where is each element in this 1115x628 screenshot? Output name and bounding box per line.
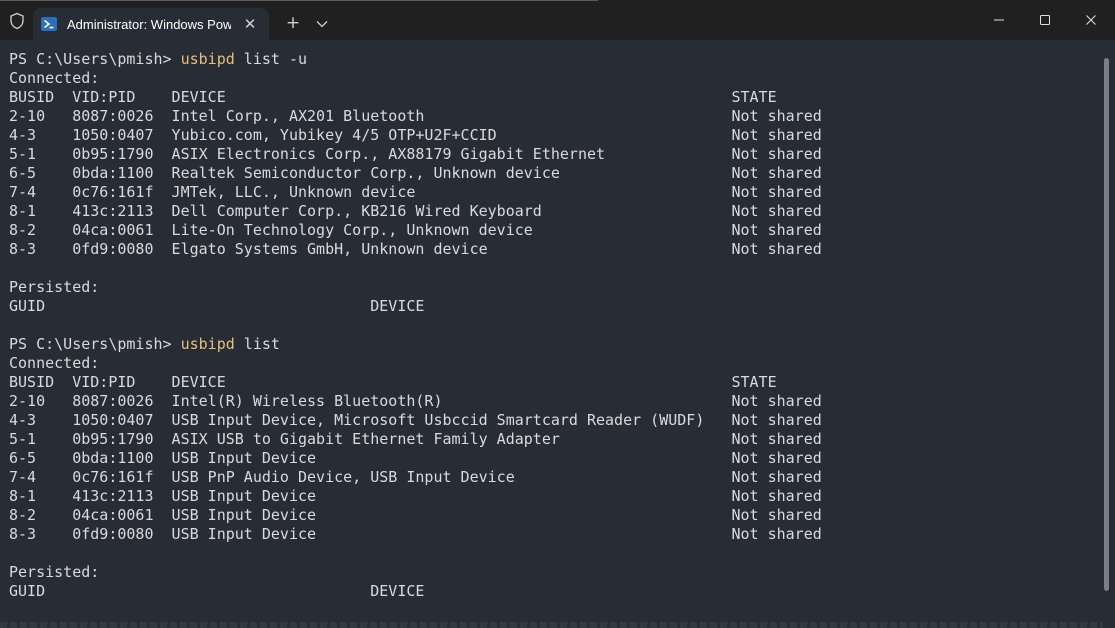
maximize-button[interactable] xyxy=(1022,4,1068,36)
command-args: list xyxy=(234,335,280,353)
output-line: Persisted: xyxy=(9,278,100,296)
output-line: 8-3 0fd9:0080 Elgato Systems GmbH, Unkno… xyxy=(9,240,822,258)
prompt-line: PS C:\Users\pmish> usbipd list -u xyxy=(9,50,1099,69)
output-line: 4-3 1050:0407 Yubico.com, Yubikey 4/5 OT… xyxy=(9,126,822,144)
prompt: PS C:\Users\pmish> xyxy=(9,50,181,68)
tab-title: Administrator: Windows Powe xyxy=(67,17,231,32)
prompt: PS C:\Users\pmish> xyxy=(9,335,181,353)
prompt-line: PS C:\Users\pmish> usbipd list xyxy=(9,335,1099,354)
command-name: usbipd xyxy=(180,335,235,353)
output-line: 8-3 0fd9:0080 USB Input Device Not share… xyxy=(9,525,822,543)
terminal-output-area[interactable]: PS C:\Users\pmish> usbipd list -u Connect… xyxy=(0,40,1103,628)
output-line: Connected: xyxy=(9,69,100,87)
output-line: 8-1 413c:2113 Dell Computer Corp., KB216… xyxy=(9,202,822,220)
output-line: 7-4 0c76:161f JMTek, LLC., Unknown devic… xyxy=(9,183,822,201)
close-icon xyxy=(1086,15,1096,25)
output-line: Persisted: xyxy=(9,563,100,581)
output-line: 7-4 0c76:161f USB PnP Audio Device, USB … xyxy=(9,468,822,486)
minimize-icon xyxy=(994,19,1004,21)
output-line: 5-1 0b95:1790 ASIX USB to Gigabit Ethern… xyxy=(9,430,822,448)
output-line: 2-10 8087:0026 Intel Corp., AX201 Blueto… xyxy=(9,107,822,125)
output-line: GUID DEVICE xyxy=(9,582,425,600)
output-line: GUID DEVICE xyxy=(9,297,425,315)
command-args: list -u xyxy=(234,50,308,68)
output-line: 8-2 04ca:0061 USB Input Device Not share… xyxy=(9,506,822,524)
output-line: Connected: xyxy=(9,354,100,372)
vertical-scrollbar[interactable] xyxy=(1104,58,1109,591)
title-bar: Administrator: Windows Powe ✕ + xyxy=(0,0,1115,40)
output-line: 4-3 1050:0407 USB Input Device, Microsof… xyxy=(9,411,822,429)
output-line: 6-5 0bda:1100 USB Input Device Not share… xyxy=(9,449,822,467)
terminal-window: Administrator: Windows Powe ✕ + PS C:\Us… xyxy=(0,0,1115,628)
title-bar-accent xyxy=(0,0,598,1)
command-name: usbipd xyxy=(180,50,235,68)
output-line: 8-1 413c:2113 USB Input Device Not share… xyxy=(9,487,822,505)
output-line: 6-5 0bda:1100 Realtek Semiconductor Corp… xyxy=(9,164,822,182)
output-line: BUSID VID:PID DEVICE STATE xyxy=(9,373,777,391)
chevron-down-icon[interactable] xyxy=(312,14,332,34)
output-line: BUSID VID:PID DEVICE STATE xyxy=(9,88,777,106)
output-line: 8-2 04ca:0061 Lite-On Technology Corp., … xyxy=(9,221,822,239)
new-tab-button[interactable]: + xyxy=(282,12,304,34)
tab-close-button[interactable]: ✕ xyxy=(241,15,259,33)
maximize-icon xyxy=(1040,15,1050,25)
minimize-button[interactable] xyxy=(976,4,1022,36)
output-line: 2-10 8087:0026 Intel(R) Wireless Bluetoo… xyxy=(9,392,822,410)
output-line: 5-1 0b95:1790 ASIX Electronics Corp., AX… xyxy=(9,145,822,163)
terminal-text: PS C:\Users\pmish> usbipd list -u Connect… xyxy=(9,50,1099,601)
powershell-icon xyxy=(41,16,57,32)
partial-output-line xyxy=(0,622,1103,628)
tab-administrator-powershell[interactable]: Administrator: Windows Powe ✕ xyxy=(33,8,269,40)
window-close-button[interactable] xyxy=(1068,4,1114,36)
shield-icon xyxy=(8,12,26,30)
